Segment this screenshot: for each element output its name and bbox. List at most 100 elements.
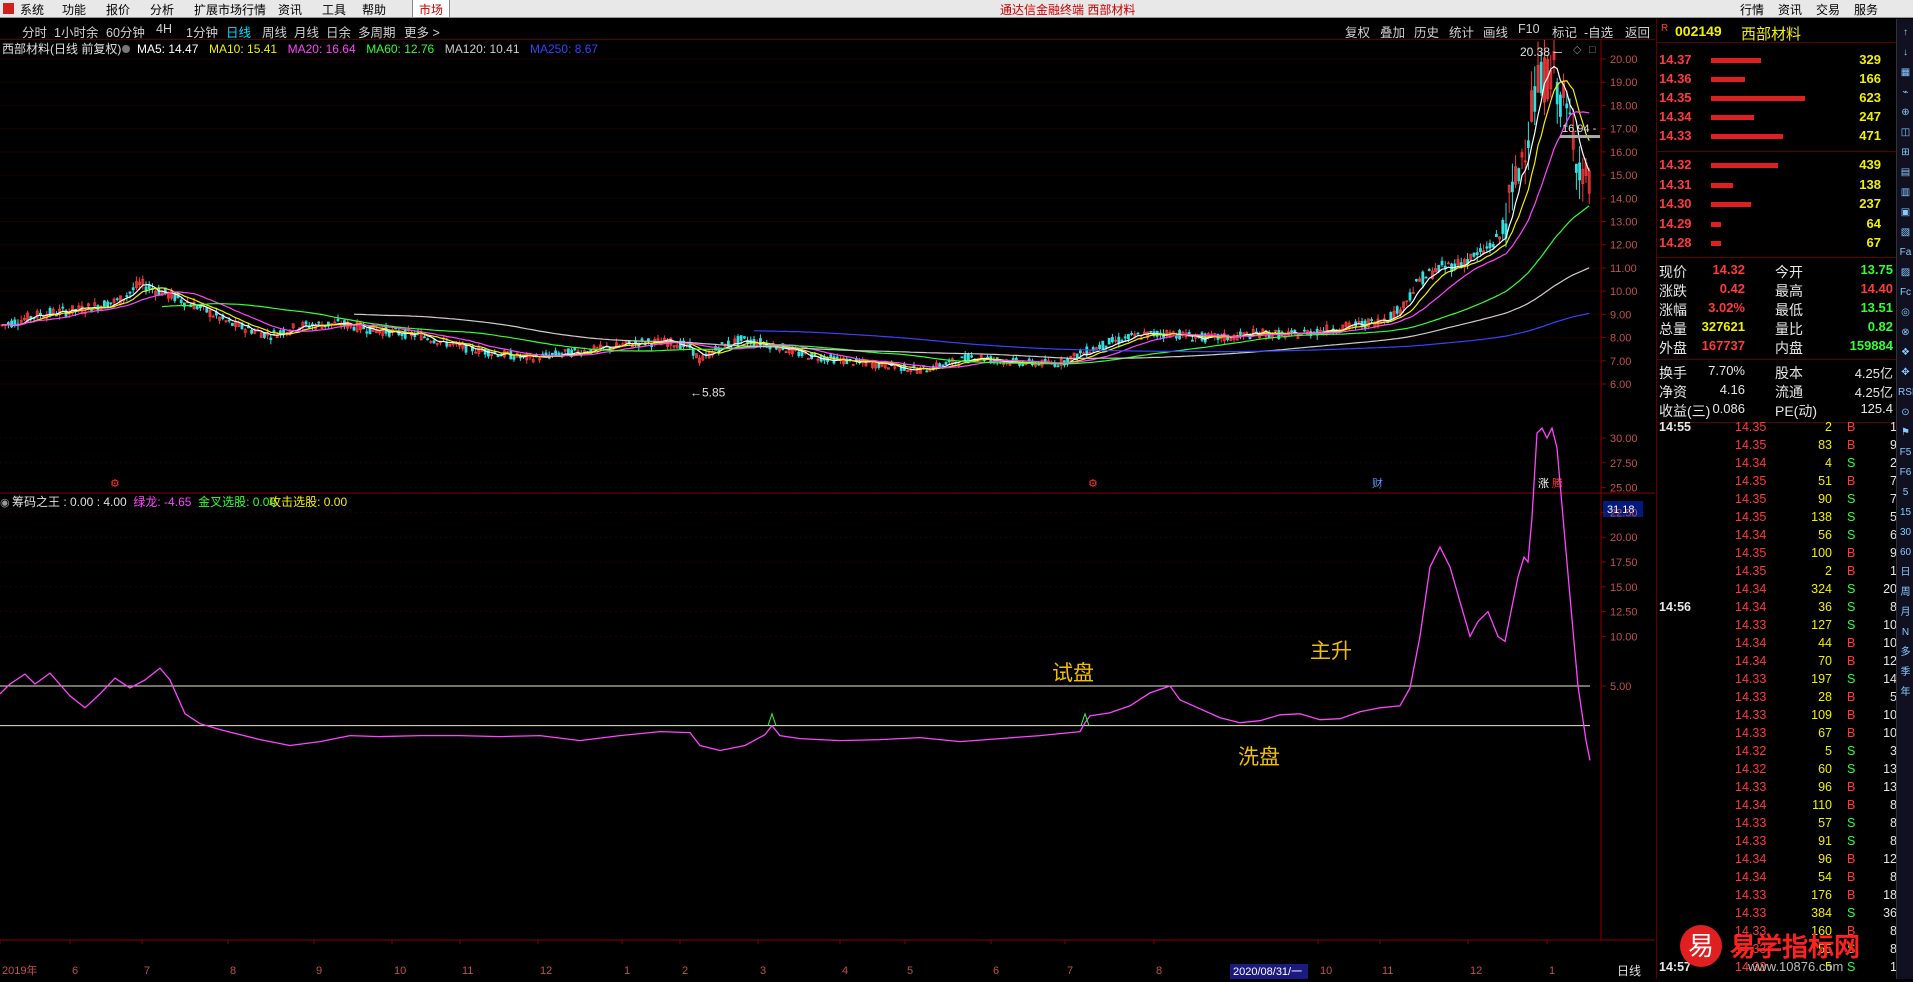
side-icon-1[interactable]: ↓ [1898, 45, 1913, 60]
tick-row: 14.33 384 S 36 [1657, 906, 1897, 924]
toolbar-right-btn-1[interactable]: 叠加 [1380, 22, 1405, 41]
period-tab-7[interactable]: 月线 [294, 22, 319, 41]
toolbar-right-btn-6[interactable]: 标记 [1552, 22, 1577, 41]
side-icon-7[interactable]: ▤ [1898, 165, 1913, 180]
sub-y-tick: 20.00 [1610, 532, 1638, 544]
period-tab-6[interactable]: 周线 [262, 22, 287, 41]
tick-side: B [1847, 654, 1856, 668]
tick-row: 14.35 51 B 7 [1657, 474, 1897, 492]
period-tab-4[interactable]: 1分钟 [186, 22, 218, 41]
menu-right-item-0[interactable]: 行情 [1740, 1, 1764, 18]
toolbar-right-btn-4[interactable]: 画线 [1483, 22, 1508, 41]
side-icon-33[interactable]: 年 [1898, 685, 1913, 700]
bid-bar [1711, 202, 1751, 207]
side-icon-26[interactable]: 60 [1898, 545, 1913, 560]
side-icon-32[interactable]: 季 [1898, 665, 1913, 680]
ask-row[interactable]: 14.33 471 [1657, 128, 1897, 146]
period-tab-2[interactable]: 60分钟 [106, 22, 145, 41]
tick-row: 14.34 56 S 6 [1657, 528, 1897, 546]
side-icon-10[interactable]: ▧ [1898, 225, 1913, 240]
side-icon-14[interactable]: ◎ [1898, 305, 1913, 320]
ref-price-label: 16.94 - [1562, 123, 1597, 135]
side-icon-19[interactable]: ⊙ [1898, 405, 1913, 420]
menu-right-item-2[interactable]: 交易 [1816, 1, 1840, 18]
period-tab-1[interactable]: 1小时余 [54, 22, 98, 41]
side-icon-9[interactable]: ▣ [1898, 205, 1913, 220]
menu-item-4[interactable]: 扩展市场行情 [194, 1, 266, 18]
side-icon-15[interactable]: ⊗ [1898, 325, 1913, 340]
stat-value: 4.25亿 [1854, 385, 1893, 400]
side-icon-0[interactable]: ↑ [1898, 25, 1913, 40]
toolbar-right-btn-7[interactable]: -自选 [1584, 22, 1613, 41]
side-icon-23[interactable]: 5 [1898, 485, 1913, 500]
stat-row: 现价 14.32 今开 13.75 [1657, 262, 1897, 281]
main-panel-header: 西部材料(日线 前复权) MA5: 14.47 MA10: 15.41 MA20: 1… [2, 41, 1596, 56]
side-icon-11[interactable]: Fa [1898, 245, 1913, 260]
kline-chart-svg[interactable]: 西部材料(日线 前复权) MA5: 14.47 MA10: 15.41 MA20: 1… [0, 29, 1655, 979]
chart-area[interactable]: 西部材料(日线 前复权) MA5: 14.47 MA10: 15.41 MA20: 1… [0, 29, 1655, 979]
bid-row[interactable]: 14.31 138 [1657, 177, 1897, 195]
indicator-legend-item: 攻击选股: 0.00 [269, 495, 347, 509]
tick-side: B [1847, 564, 1856, 578]
side-icon-20[interactable]: ⚑ [1898, 425, 1913, 440]
bid-row[interactable]: 14.29 64 [1657, 216, 1897, 234]
menu-item-5[interactable]: 资讯 [278, 1, 302, 18]
side-icon-3[interactable]: ⌁ [1898, 85, 1913, 100]
period-tab-0[interactable]: 分时 [22, 22, 47, 41]
bid-row[interactable]: 14.32 439 [1657, 157, 1897, 175]
period-tab-5[interactable]: 日线 [226, 22, 251, 41]
bid-volume: 67 [1866, 235, 1881, 250]
bid-price: 14.32 [1659, 157, 1692, 172]
period-tab-9[interactable]: 多周期 [358, 22, 396, 41]
side-icon-21[interactable]: F5 [1898, 445, 1913, 460]
side-icon-30[interactable]: N [1898, 625, 1913, 640]
bid-row[interactable]: 14.28 67 [1657, 235, 1897, 253]
period-tab-3[interactable]: 4H [156, 22, 172, 36]
tick-side: B [1847, 438, 1856, 452]
menu-right-item-3[interactable]: 服务 [1854, 1, 1878, 18]
side-icon-6[interactable]: ⊞ [1898, 145, 1913, 160]
side-icon-2[interactable]: ▦ [1898, 65, 1913, 80]
side-icon-18[interactable]: RSI [1898, 385, 1913, 400]
toolbar-right-btn-8[interactable]: 返回 [1625, 22, 1650, 41]
stock-name: 西部材料 [1741, 26, 1802, 43]
side-icon-24[interactable]: 15 [1898, 505, 1913, 520]
side-icon-5[interactable]: ◫ [1898, 125, 1913, 140]
menu-item-1[interactable]: 功能 [62, 1, 86, 18]
menu-item-7[interactable]: 帮助 [362, 1, 386, 18]
period-label: 日线 [1617, 964, 1641, 978]
ask-row[interactable]: 14.35 623 [1657, 90, 1897, 108]
ask-row[interactable]: 14.34 247 [1657, 109, 1897, 127]
menu-item-0[interactable]: 系统 [20, 1, 44, 18]
side-icon-22[interactable]: F6 [1898, 465, 1913, 480]
side-icon-13[interactable]: Fc [1898, 285, 1913, 300]
market-tab[interactable]: 市场 [412, 0, 451, 17]
stat-row: 总量 327621 量比 0.82 [1657, 319, 1897, 338]
menu-item-3[interactable]: 分析 [150, 1, 174, 18]
toolbar-right-btn-2[interactable]: 历史 [1414, 22, 1439, 41]
toolbar-right-btn-0[interactable]: 复权 [1345, 22, 1370, 41]
signal-marker [767, 712, 777, 726]
side-icon-17[interactable]: ✥ [1898, 365, 1913, 380]
ask-row[interactable]: 14.37 329 [1657, 52, 1897, 70]
side-icon-28[interactable]: 周 [1898, 585, 1913, 600]
menu-item-6[interactable]: 工具 [322, 1, 346, 18]
side-icon-16[interactable]: ❖ [1898, 345, 1913, 360]
bid-row[interactable]: 14.30 237 [1657, 196, 1897, 214]
period-tab-8[interactable]: 日余 [326, 22, 351, 41]
side-icon-25[interactable]: 30 [1898, 525, 1913, 540]
period-toolbar: 分时 1小时余 60分钟 4H 1分钟 日线 周线 月线 日余 多周期 更多 > 复权 叠加 历史 统计 画线… [0, 19, 1655, 40]
menu-right-item-1[interactable]: 资讯 [1778, 1, 1802, 18]
side-icon-4[interactable]: ⊕ [1898, 105, 1913, 120]
period-tab-10[interactable]: 更多 > [404, 22, 440, 41]
side-icon-8[interactable]: ▥ [1898, 185, 1913, 200]
side-icon-31[interactable]: 多 [1898, 645, 1913, 660]
side-icon-12[interactable]: ▨ [1898, 265, 1913, 280]
side-icon-29[interactable]: 月 [1898, 605, 1913, 620]
bid-bar [1711, 163, 1778, 168]
ask-row[interactable]: 14.36 166 [1657, 71, 1897, 89]
toolbar-right-btn-3[interactable]: 统计 [1449, 22, 1474, 41]
side-icon-27[interactable]: 日 [1898, 565, 1913, 580]
toolbar-right-btn-5[interactable]: F10 [1518, 22, 1540, 36]
menu-item-2[interactable]: 报价 [106, 1, 130, 18]
